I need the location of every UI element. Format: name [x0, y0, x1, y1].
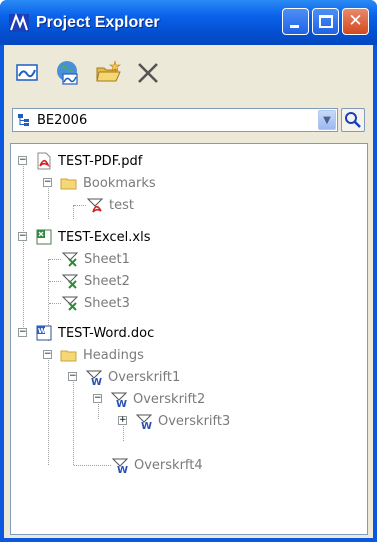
word-heading-icon: W	[111, 456, 129, 476]
title-bar[interactable]: Project Explorer ✕	[0, 0, 377, 45]
tree-node-overskrift3[interactable]: + W Overskrift3	[118, 410, 230, 432]
tree-node-label: Overskrift1	[108, 369, 181, 385]
project-tree: − TEST-PDF.pdf − Bookmarks test − TEST-E…	[10, 143, 368, 535]
tree-node-label: Overskrft4	[134, 457, 203, 473]
tree-node-label: test	[109, 197, 134, 213]
tree-node-overskrift1[interactable]: − W Overskrift1	[68, 366, 180, 388]
tree-node-label: Overskrift2	[133, 391, 206, 407]
delete-icon	[138, 63, 158, 83]
toolbar	[4, 45, 373, 101]
tree-node-sheet2[interactable]: Sheet2	[61, 270, 130, 292]
minimize-button[interactable]	[282, 8, 309, 35]
expand-icon[interactable]: +	[118, 416, 127, 425]
folder-icon	[60, 346, 78, 364]
app-icon	[8, 12, 30, 34]
maximize-icon	[319, 15, 333, 28]
tree-node-sheet1[interactable]: Sheet1	[61, 248, 130, 270]
project-combo-value: BE2006	[37, 112, 88, 128]
excel-sheet-icon	[61, 250, 79, 268]
project-tree-icon	[17, 113, 31, 127]
word-heading-icon: W	[110, 390, 128, 410]
dropdown-arrow-icon[interactable]: ▼	[318, 110, 336, 130]
tree-node-label: Overskrift3	[158, 413, 231, 429]
project-explorer-window: Project Explorer ✕ BE2006 ▼ − TEST-PDF.p…	[0, 0, 377, 542]
collapse-icon[interactable]: −	[43, 350, 52, 359]
svg-text:W: W	[38, 327, 46, 335]
open-folder-icon	[96, 60, 121, 82]
collapse-icon[interactable]: −	[68, 372, 77, 381]
svg-text:W: W	[91, 377, 102, 386]
close-icon: ✕	[348, 11, 363, 31]
folder-icon	[60, 174, 78, 192]
pdf-bookmark-icon	[86, 196, 104, 214]
word-file-icon: W	[35, 324, 53, 342]
tree-node-label: Sheet1	[84, 251, 130, 267]
globe-link-button[interactable]	[54, 59, 82, 87]
minimize-icon	[290, 25, 299, 28]
globe-link-icon	[57, 61, 78, 85]
collapse-icon[interactable]: −	[43, 178, 52, 187]
project-selector-row: BE2006 ▼	[12, 107, 365, 133]
collapse-icon[interactable]: −	[18, 328, 27, 337]
tree-node-label: TEST-PDF.pdf	[58, 153, 143, 169]
pdf-file-icon	[35, 152, 53, 170]
close-button[interactable]: ✕	[342, 8, 369, 35]
tree-node-headings[interactable]: − Headings	[43, 344, 144, 366]
tree-node-label: Bookmarks	[83, 175, 156, 191]
tree-node-test[interactable]: test	[86, 194, 134, 216]
tree-node-label: TEST-Excel.xls	[58, 229, 151, 245]
excel-sheet-icon	[61, 294, 79, 312]
tree-node-overskrft4[interactable]: W Overskrft4	[111, 454, 203, 476]
tree-node-bookmarks[interactable]: − Bookmarks	[43, 172, 156, 194]
tree-node-pdf[interactable]: − TEST-PDF.pdf	[18, 150, 142, 172]
tree-node-label: TEST-Word.doc	[58, 325, 155, 341]
delete-button[interactable]	[134, 59, 162, 87]
excel-file-icon	[35, 228, 53, 246]
magnifier-icon	[345, 112, 361, 128]
link-button[interactable]	[14, 59, 42, 87]
tree-node-sheet3[interactable]: Sheet3	[61, 292, 130, 314]
collapse-icon[interactable]: −	[93, 394, 102, 403]
project-combo[interactable]: BE2006 ▼	[12, 108, 338, 132]
tree-node-excel[interactable]: − TEST-Excel.xls	[18, 226, 151, 248]
client-area: BE2006 ▼ − TEST-PDF.pdf − Bookmarks test…	[4, 45, 373, 538]
collapse-icon[interactable]: −	[18, 156, 27, 165]
tree-node-label: Sheet2	[84, 273, 130, 289]
tree-node-label: Sheet3	[84, 295, 130, 311]
tree-node-overskrift2[interactable]: − W Overskrift2	[93, 388, 205, 410]
word-heading-icon: W	[85, 368, 103, 388]
link-icon	[16, 64, 38, 81]
tree-node-label: Headings	[83, 347, 144, 363]
search-button[interactable]	[341, 108, 365, 132]
open-folder-button[interactable]	[94, 59, 122, 87]
svg-text:W: W	[116, 399, 127, 408]
svg-text:W: W	[141, 421, 152, 430]
svg-text:W: W	[117, 465, 128, 474]
tree-node-word[interactable]: − W TEST-Word.doc	[18, 322, 154, 344]
maximize-button[interactable]	[312, 8, 339, 35]
collapse-icon[interactable]: −	[18, 232, 27, 241]
word-heading-icon: W	[135, 412, 153, 432]
window-title: Project Explorer	[36, 13, 160, 31]
excel-sheet-icon	[61, 272, 79, 290]
